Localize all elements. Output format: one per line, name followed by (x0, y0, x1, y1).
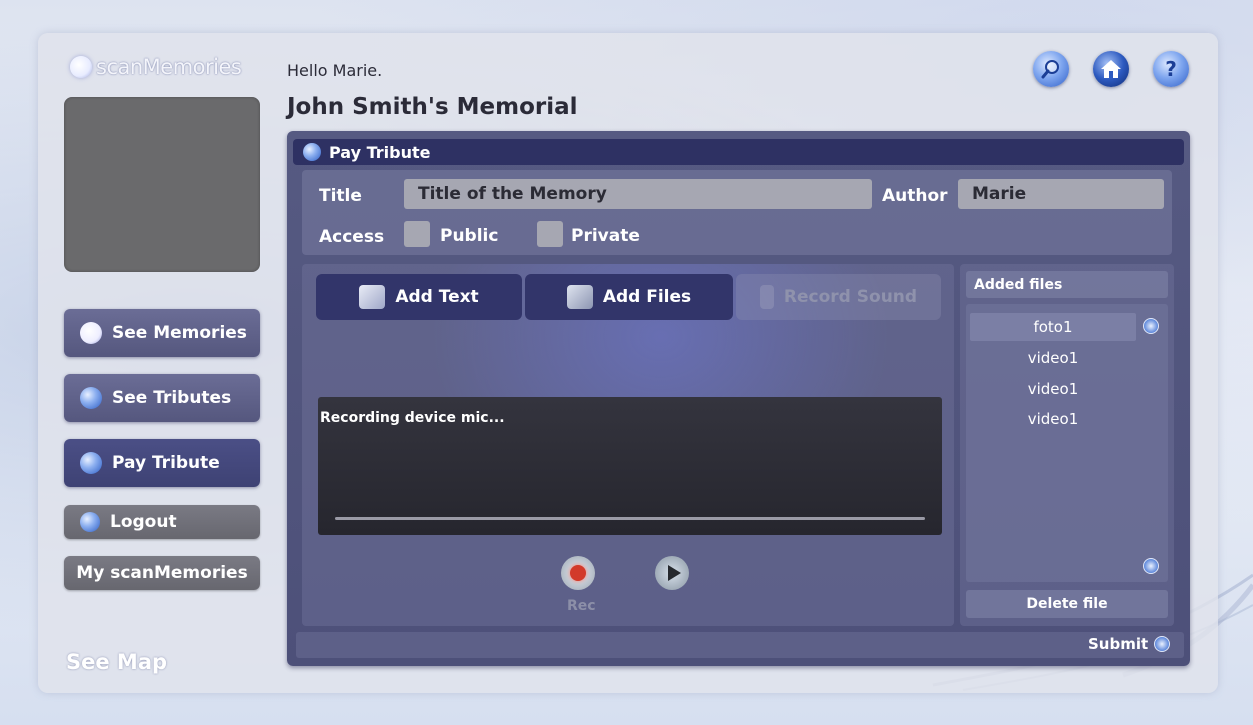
delete-file-button[interactable]: Delete file (966, 590, 1168, 618)
panel-footer (296, 632, 1184, 658)
panel-header: Pay Tribute (293, 139, 1184, 165)
title-field[interactable]: Title of the Memory (404, 179, 872, 209)
pay-tribute-label: Pay Tribute (112, 453, 220, 473)
see-map-link[interactable]: See Map (66, 650, 167, 674)
home-button[interactable] (1093, 51, 1129, 87)
memories-icon (80, 322, 102, 344)
tab-record-sound[interactable]: Record Sound (736, 274, 941, 320)
files-icon (566, 285, 593, 309)
play-button[interactable] (655, 556, 689, 590)
greeting-text: Hello Marie. (287, 61, 383, 80)
submit-arrow-icon (1154, 636, 1171, 652)
help-button[interactable]: ? (1153, 51, 1189, 87)
logout-button[interactable]: Logout (64, 505, 260, 539)
tab-add-text-label: Add Text (395, 287, 479, 307)
home-icon (1101, 60, 1121, 78)
list-item[interactable]: foto1 (970, 313, 1136, 341)
tab-record-sound-label: Record Sound (783, 287, 918, 307)
help-icon: ? (1165, 57, 1177, 81)
search-icon (1041, 60, 1059, 79)
panel-title: Pay Tribute (329, 142, 431, 162)
record-button[interactable] (561, 556, 595, 590)
brand-logo[interactable]: scanMemories (70, 55, 242, 79)
tribute-icon (303, 143, 321, 161)
author-field[interactable]: Marie (958, 179, 1164, 209)
file-name: video1 (1027, 349, 1079, 367)
public-checkbox[interactable] (404, 221, 430, 247)
scroll-down-icon[interactable] (1143, 558, 1159, 574)
rec-label: Rec (567, 598, 596, 614)
submit-button[interactable]: Submit (1088, 635, 1171, 653)
see-memories-label: See Memories (112, 323, 247, 343)
file-name: video1 (1027, 410, 1079, 428)
see-tributes-button[interactable]: See Tributes (64, 374, 260, 422)
tab-add-files[interactable]: Add Files (525, 274, 733, 320)
file-name: foto1 (1033, 318, 1073, 336)
play-icon (667, 565, 681, 581)
avatar (64, 97, 260, 272)
see-tributes-label: See Tributes (112, 388, 232, 408)
logout-label: Logout (110, 512, 177, 532)
tribute-icon (80, 452, 102, 474)
list-item[interactable]: video1 (970, 375, 1136, 403)
logo-text: scanMemories (96, 55, 242, 79)
title-label: Title (319, 186, 362, 206)
list-item[interactable]: video1 (970, 405, 1136, 433)
added-files-header: Added files (966, 271, 1168, 298)
file-name: video1 (1027, 380, 1079, 398)
my-scanmemories-button[interactable]: My scanMemories (64, 556, 260, 590)
private-label: Private (571, 226, 640, 246)
public-label: Public (440, 226, 499, 246)
recording-status: Recording device mic... (320, 410, 505, 426)
record-icon (570, 565, 586, 581)
private-checkbox[interactable] (537, 221, 563, 247)
pay-tribute-button[interactable]: Pay Tribute (64, 439, 260, 487)
title-value: Title of the Memory (418, 184, 607, 204)
tributes-icon (80, 387, 102, 409)
text-icon (359, 285, 386, 309)
author-label: Author (882, 186, 948, 206)
tab-add-files-label: Add Files (602, 287, 692, 307)
recording-level-bar (335, 517, 925, 520)
microphone-icon (759, 285, 774, 309)
access-label: Access (319, 227, 385, 247)
scroll-up-icon[interactable] (1143, 318, 1159, 334)
tab-add-text[interactable]: Add Text (316, 274, 522, 320)
see-memories-button[interactable]: See Memories (64, 309, 260, 357)
page-title: John Smith's Memorial (287, 94, 578, 120)
my-scanmemories-label: My scanMemories (76, 563, 248, 583)
author-value: Marie (972, 184, 1027, 204)
list-item[interactable]: video1 (970, 344, 1136, 372)
logout-icon (80, 512, 100, 532)
search-button[interactable] (1033, 51, 1069, 87)
logo-icon (70, 56, 92, 78)
submit-label: Submit (1088, 635, 1149, 653)
